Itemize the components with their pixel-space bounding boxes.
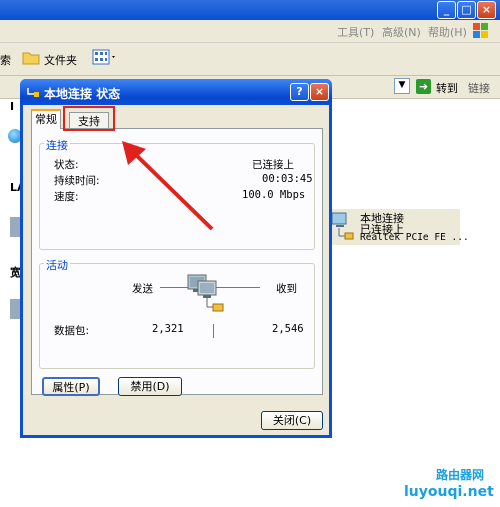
folders-button[interactable]: 文件夹 <box>44 52 77 68</box>
local-connection-item[interactable]: 本地连接 已连接上 Realtek PCIe FE ... <box>330 209 469 245</box>
watermark-bottom: luyouqi.net <box>404 484 494 500</box>
tab-general-label: 常规 <box>35 113 57 126</box>
disable-button[interactable]: 禁用(D) <box>118 377 182 396</box>
dialog-close-icon[interactable]: × <box>310 83 329 101</box>
activity-group-title: 活动 <box>44 257 70 273</box>
sent-label: 发送 <box>132 283 153 295</box>
computers-activity-icon <box>184 273 228 317</box>
speed-value: 100.0 Mbps <box>242 189 306 201</box>
status-label: 状态: <box>54 159 79 171</box>
explorer-menubar: 工具(T) 高级(N) 帮助(H) <box>0 20 500 43</box>
packets-received-value: 2,546 <box>272 323 304 335</box>
maximize-button[interactable]: □ <box>457 1 476 19</box>
network-connection-icon <box>330 211 356 243</box>
speed-label: 速度: <box>54 191 79 203</box>
duration-label: 持续时间: <box>54 175 100 187</box>
go-button[interactable]: 转到 <box>436 80 458 96</box>
connection-group-title: 连接 <box>44 137 70 153</box>
go-arrow-icon[interactable]: ➜ <box>416 79 431 94</box>
support-tab-highlight <box>63 106 115 131</box>
menu-tools[interactable]: 工具(T) <box>337 24 374 40</box>
explorer-toolbar: 索 文件夹 <box>0 43 500 76</box>
properties-button[interactable]: 属性(P) <box>42 377 100 396</box>
menu-help[interactable]: 帮助(H) <box>428 24 467 40</box>
connection-device: Realtek PCIe FE ... <box>360 232 469 243</box>
menu-advanced[interactable]: 高级(N) <box>382 24 421 40</box>
status-dialog: 本地连接 状态 ? × 常规 支持 连接 状态: 已连接上 持续时间: 00:0… <box>20 79 332 438</box>
network-title-icon <box>26 85 40 99</box>
duration-value: 00:03:45 <box>262 173 313 185</box>
minimize-button[interactable]: _ <box>437 1 456 19</box>
windows-logo-icon <box>472 22 490 40</box>
help-button[interactable]: ? <box>290 83 309 101</box>
status-value: 已连接上 <box>252 159 294 171</box>
activity-divider <box>213 324 214 338</box>
links-label[interactable]: 链接 <box>468 80 490 96</box>
watermark-top: 路由器网 <box>436 468 485 482</box>
tab-general[interactable]: 常规 <box>31 109 61 129</box>
packets-label: 数据包: <box>54 325 90 337</box>
dialog-title: 本地连接 状态 <box>44 87 121 101</box>
search-button-label[interactable]: 索 <box>0 52 11 68</box>
dialog-titlebar[interactable]: 本地连接 状态 ? × <box>20 79 332 105</box>
explorer-titlebar <box>0 0 500 20</box>
left-fragment-1: I <box>10 100 15 113</box>
views-icon[interactable] <box>92 49 118 67</box>
activity-group <box>39 263 315 369</box>
red-arrow-icon <box>122 141 214 231</box>
address-dropdown-icon[interactable]: ▼ <box>394 78 410 94</box>
folder-icon <box>22 49 40 65</box>
received-label: 收到 <box>276 283 297 295</box>
packets-sent-value: 2,321 <box>152 323 184 335</box>
close-button[interactable]: 关闭(C) <box>261 411 323 430</box>
close-window-button[interactable]: × <box>477 1 496 19</box>
